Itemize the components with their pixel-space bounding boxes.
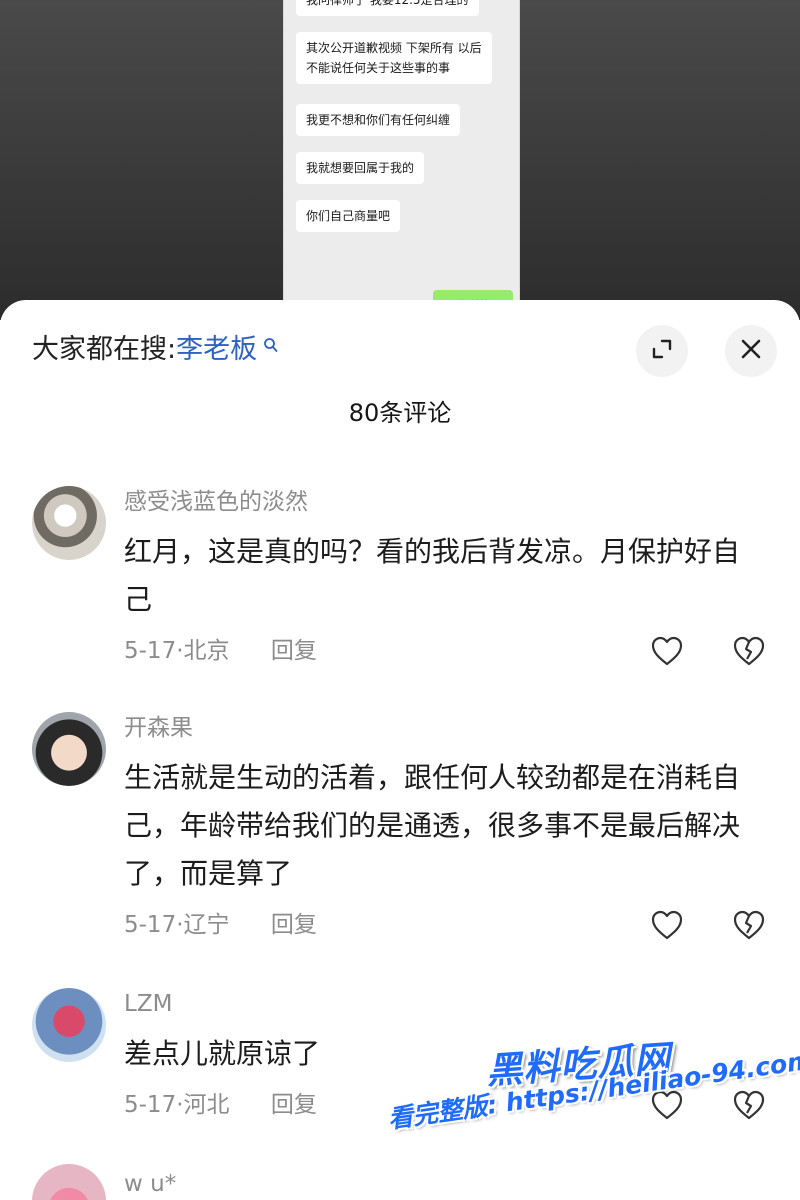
broken-heart-icon[interactable] xyxy=(732,909,766,941)
reply-button[interactable]: 回复 xyxy=(271,912,317,938)
comment-date: 5-17 xyxy=(124,1092,177,1118)
comment-meta: 5-17·北京 回复 xyxy=(124,634,317,668)
comment-text: 红月，这是真的吗？看的我后背发凉。月保护好自己 xyxy=(124,535,741,616)
reply-button[interactable]: 回复 xyxy=(271,1092,317,1118)
comment-date: 5-17 xyxy=(124,912,177,938)
chat-bubble: 我更不想和你们有任何纠缠 xyxy=(296,104,461,136)
close-icon xyxy=(739,337,763,365)
comment-date: 5-17 xyxy=(124,638,177,664)
comment-meta: 5-17·河北 回复 xyxy=(124,1088,317,1122)
comment-location: 北京 xyxy=(183,638,230,664)
comment-location: 辽宁 xyxy=(183,912,230,938)
chat-bubble: 我问律师了 我要12.5是合理的 xyxy=(296,0,479,16)
avatar[interactable] xyxy=(32,1164,106,1200)
video-background[interactable]: 我问律师了 我要12.5是合理的 其次公开道歉视频 下架所有 以后 不能说任何关… xyxy=(0,0,800,320)
search-keyword[interactable]: 李老板 xyxy=(176,334,257,365)
meta-separator: · xyxy=(176,638,184,664)
avatar[interactable] xyxy=(32,988,106,1062)
meta-separator: · xyxy=(176,1092,184,1118)
comment-username[interactable]: w u* xyxy=(124,1168,176,1200)
chat-bubble: 其次公开道歉视频 下架所有 以后 不能说任何关于这些事的事 xyxy=(296,32,492,84)
close-button[interactable] xyxy=(725,325,777,377)
comment-username[interactable]: LZM xyxy=(124,988,172,1020)
reply-button[interactable]: 回复 xyxy=(271,638,317,664)
comment-count-title: 80条评论 xyxy=(348,399,452,427)
broken-heart-icon[interactable] xyxy=(732,635,766,667)
comment-meta: 5-17·辽宁 回复 xyxy=(124,908,317,942)
broken-heart-icon[interactable] xyxy=(732,1089,766,1121)
comment-username[interactable]: 开森果 xyxy=(124,712,193,744)
expand-icon xyxy=(650,337,674,365)
search-suggestion[interactable]: 大家都在搜:李老板 xyxy=(32,330,279,370)
heart-icon[interactable] xyxy=(650,635,684,667)
search-prefix: 大家都在搜: xyxy=(32,334,177,365)
meta-separator: · xyxy=(176,912,184,938)
chat-bubble: 我就想要回属于我的 xyxy=(296,152,425,184)
chat-screenshot: 我问律师了 我要12.5是合理的 其次公开道歉视频 下架所有 以后 不能说任何关… xyxy=(283,0,520,320)
expand-button[interactable] xyxy=(636,325,688,377)
avatar[interactable] xyxy=(32,712,106,786)
comment-text: 生活就是生动的活着，跟任何人较劲都是在消耗自己，年龄带给我们的是通透，很多事不是… xyxy=(124,761,741,890)
search-icon xyxy=(257,338,279,360)
chat-bubble: 你们自己商量吧 xyxy=(296,200,401,232)
heart-icon[interactable] xyxy=(650,909,684,941)
comment-location: 河北 xyxy=(183,1092,230,1118)
avatar[interactable] xyxy=(32,486,106,560)
comment-username[interactable]: 感受浅蓝色的淡然 xyxy=(124,486,308,518)
